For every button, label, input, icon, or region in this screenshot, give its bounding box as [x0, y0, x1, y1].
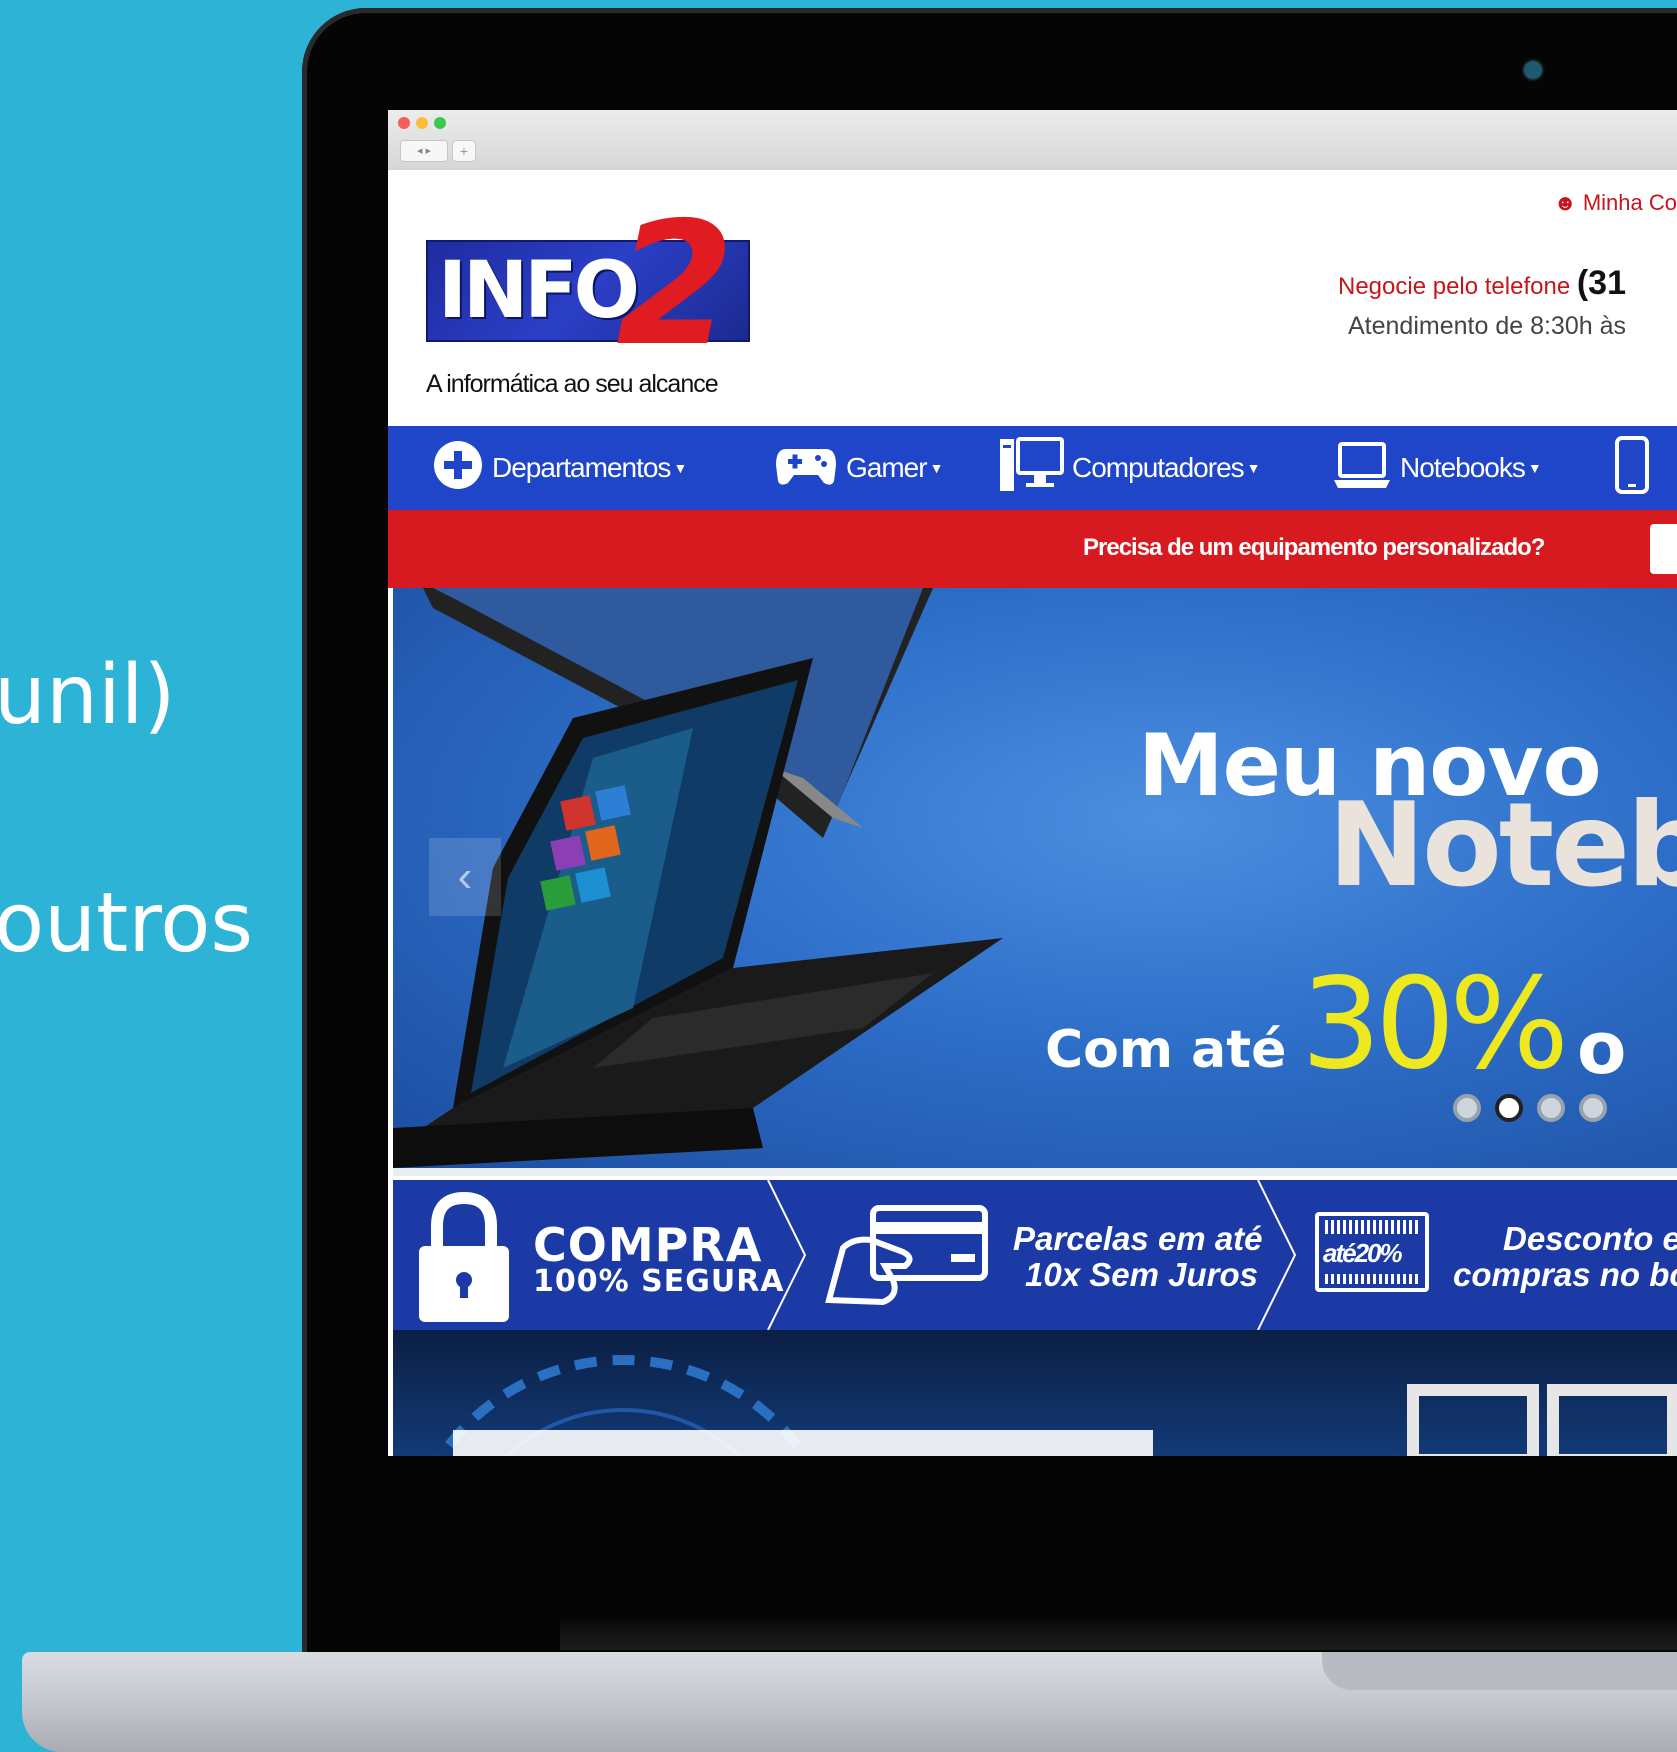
- banner-offer-prefix: Com até: [1045, 1020, 1287, 1080]
- laptop-base-notch: [1322, 1652, 1677, 1690]
- side-text-line-2: outros: [0, 876, 254, 971]
- my-account-link[interactable]: ☻ Minha Co: [1554, 190, 1677, 216]
- my-account-label: Minha Co: [1582, 190, 1677, 215]
- carousel-dot-3[interactable]: [1537, 1094, 1565, 1122]
- back-forward-buttons[interactable]: ◂ ▸: [400, 140, 448, 162]
- smartphone-icon: [1614, 435, 1650, 502]
- features-strip: COMPRA 100% SEGURA Parcelas em até 10x S…: [393, 1180, 1677, 1330]
- nav-computadores-label: Computadores: [1072, 452, 1245, 483]
- carousel-dot-2[interactable]: [1495, 1094, 1523, 1122]
- desktop-computer-icon: [998, 435, 1064, 502]
- minimize-window-icon[interactable]: [416, 117, 428, 129]
- laptop-hinge: [560, 1620, 1677, 1650]
- close-window-icon[interactable]: [398, 117, 410, 129]
- gamepad-icon: [774, 443, 838, 494]
- phone-prefix: Negocie pelo telefone: [1338, 273, 1571, 300]
- installments-line-2: 10x Sem Juros: [1025, 1256, 1258, 1293]
- custom-equipment-button[interactable]: [1650, 524, 1677, 574]
- nav-notebooks-label: Notebooks: [1400, 452, 1526, 483]
- webcam-icon: [1525, 62, 1541, 78]
- nav-computadores[interactable]: Computadores ▼: [998, 426, 1261, 510]
- browser-chrome: ◂ ▸ +: [388, 110, 1677, 171]
- site-logo[interactable]: INFO 2 A informática ao seu alcance: [426, 200, 786, 410]
- banner-offer-percent: 30%: [1301, 950, 1569, 1097]
- carousel-dot-1[interactable]: [1453, 1094, 1481, 1122]
- carousel-prev-button[interactable]: ‹: [429, 838, 501, 916]
- phone-contact: Negocie pelo telefone (31: [1338, 264, 1626, 303]
- discount-badge-text: até20%: [1323, 1238, 1403, 1268]
- laptop-icon: [1332, 440, 1392, 497]
- opening-hours: Atendimento de 8:30h às: [1348, 312, 1626, 340]
- nav-gamer[interactable]: Gamer ▼: [774, 426, 943, 510]
- boleto-discount-line-2: compras no bo: [1453, 1256, 1677, 1293]
- discount-badge-icon: até20%: [1315, 1212, 1429, 1292]
- secondary-banner-art: [435, 1355, 1677, 1456]
- logo-tagline: A informática ao seu alcance: [426, 370, 719, 398]
- secondary-banner[interactable]: [393, 1330, 1677, 1456]
- laptop-screen: ◂ ▸ + INFO 2 A informática ao seu alcanc…: [388, 110, 1677, 1456]
- plus-circle-icon: [432, 439, 484, 498]
- nav-departamentos[interactable]: Departamentos ▼: [432, 426, 687, 510]
- side-text-line-1: unil): [0, 648, 176, 743]
- user-icon: ☻: [1553, 190, 1577, 215]
- credit-card-hand-icon: [825, 1205, 988, 1306]
- hero-carousel[interactable]: ‹ Meu novo Noteb Com até 30% o: [393, 588, 1677, 1176]
- boleto-discount-line-1: Desconto e: [1503, 1220, 1677, 1257]
- carousel-dot-4[interactable]: [1579, 1094, 1607, 1122]
- installments-line-1: Parcelas em até: [1013, 1220, 1263, 1257]
- nav-smartphones[interactable]: [1614, 426, 1658, 510]
- new-tab-button[interactable]: +: [452, 140, 476, 162]
- logo-text: INFO: [438, 246, 640, 336]
- nav-gamer-label: Gamer: [846, 452, 928, 483]
- custom-equipment-text: Precisa de um equipamento personalizado?: [1083, 534, 1545, 561]
- custom-equipment-bar: Precisa de um equipamento personalizado?: [388, 510, 1677, 588]
- main-navbar: Departamentos ▼ Gamer ▼ Computadores ▼ Note…: [388, 426, 1677, 510]
- carousel-indicators: [1453, 1094, 1607, 1122]
- phone-number[interactable]: (31: [1577, 264, 1626, 302]
- banner-offer-suffix: o: [1577, 1006, 1627, 1090]
- logo-number: 2: [616, 186, 734, 384]
- secure-purchase-sub: 100% SEGURA: [533, 1264, 785, 1299]
- nav-departamentos-label: Departamentos: [492, 452, 671, 483]
- banner-headline-2: Noteb: [1328, 778, 1677, 913]
- maximize-window-icon[interactable]: [434, 117, 446, 129]
- nav-notebooks[interactable]: Notebooks ▼: [1332, 426, 1542, 510]
- padlock-icon: [419, 1191, 509, 1322]
